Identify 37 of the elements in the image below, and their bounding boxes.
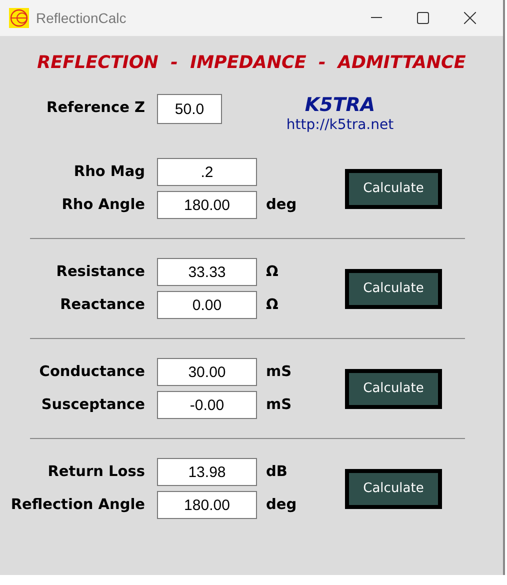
unit-label: deg [266,197,297,213]
brand-name: K5TRA [304,94,376,116]
heading: REFLECTION - IMPEDANCE - ADMITTANCE [36,53,467,73]
input-field[interactable]: .2 [157,158,257,186]
calculate-button[interactable]: Calculate [345,168,442,208]
unit-label: mS [266,397,292,413]
maximize-icon[interactable] [417,12,429,24]
field-label: Reference Z [46,99,146,116]
input-field[interactable]: 180.00 [157,491,257,519]
input-field[interactable]: 33.33 [157,258,257,286]
unit-label: Ω [266,264,278,280]
field-label: Rho Angle [60,197,146,213]
field-label: Resistance [55,264,146,280]
minimize-icon[interactable] [370,17,382,19]
field-label: Rho Mag [72,164,146,180]
smith-chart-icon [9,8,29,28]
input-field[interactable]: 13.98 [157,458,257,486]
calculate-button[interactable]: Calculate [345,268,442,308]
field-label: Reflection Angle [10,497,146,513]
website-link[interactable]: http://k5tra.net [286,117,394,133]
field-label: Return Loss [46,464,146,480]
input-field[interactable]: 0.00 [157,291,257,319]
unit-label: deg [266,497,297,513]
unit-label: Ω [266,297,278,313]
unit-label: mS [266,364,292,380]
field-label: Reactance [59,297,146,313]
input-field[interactable]: 180.00 [157,191,257,219]
close-icon[interactable] [464,12,476,24]
input-field[interactable]: 50.0 [157,94,222,124]
field-label: Susceptance [40,397,146,413]
input-field[interactable]: -0.00 [157,391,257,419]
calculate-button[interactable]: Calculate [345,468,442,508]
window-title: ReflectionCalc [36,10,128,26]
calculate-button[interactable]: Calculate [345,368,442,408]
field-label: Conductance [38,364,146,380]
unit-label: dB [266,464,288,480]
input-field[interactable]: 30.00 [157,358,257,386]
